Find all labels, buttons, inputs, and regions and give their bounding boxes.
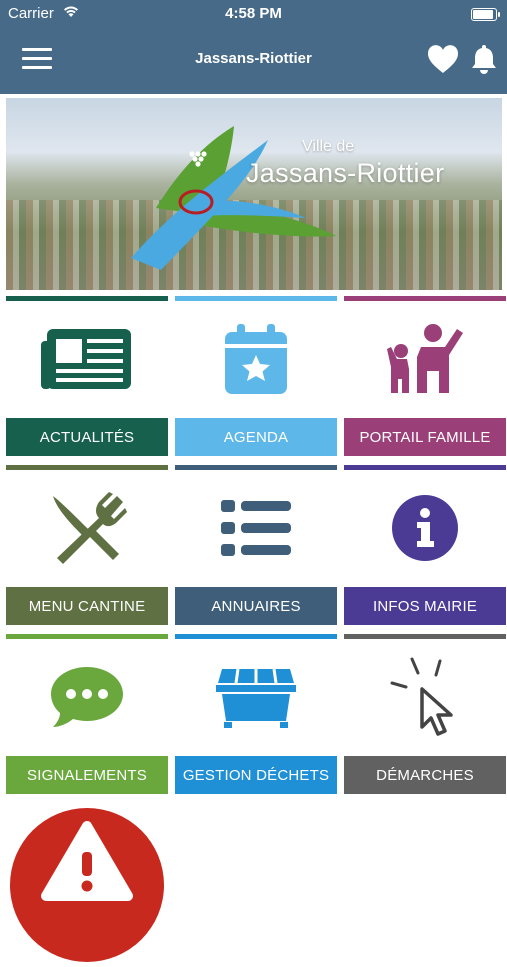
tile-menu-cantine[interactable]: MENU CANTINE [6, 465, 168, 625]
tile-label: DÉMARCHES [344, 756, 506, 794]
tile-demarches[interactable]: DÉMARCHES [344, 634, 506, 794]
tile-agenda[interactable]: AGENDA [175, 296, 337, 456]
clock: 4:58 PM [225, 5, 282, 22]
calendar-star-icon [175, 301, 337, 416]
dumpster-icon [175, 639, 337, 754]
tile-gestion-dechets[interactable]: GESTION DÉCHETS [175, 634, 337, 794]
tile-annuaires[interactable]: ANNUAIRES [175, 465, 337, 625]
tile-label: AGENDA [175, 418, 337, 456]
heart-icon[interactable] [427, 44, 459, 79]
newspaper-icon [6, 301, 168, 416]
tile-label: SIGNALEMENTS [6, 756, 168, 794]
tile-portail-famille[interactable]: PORTAIL FAMILLE [344, 296, 506, 456]
banner-subtitle: Ville de [302, 138, 355, 155]
banner-title: Jassans-Riottier [246, 158, 445, 188]
tile-infos-mairie[interactable]: INFOS MAIRIE [344, 465, 506, 625]
tile-label: ANNUAIRES [175, 587, 337, 625]
tile-label: INFOS MAIRIE [344, 587, 506, 625]
cutlery-icon [6, 470, 168, 585]
alert-button[interactable] [10, 808, 164, 962]
chat-bubble-icon [6, 639, 168, 754]
list-icon [175, 470, 337, 585]
tile-actualites[interactable]: ACTUALITÉS [6, 296, 168, 456]
town-banner: Ville de Jassans-Riottier [6, 98, 502, 290]
top-navigation-bar: Jassans-Riottier [0, 28, 507, 94]
battery-icon [471, 8, 500, 21]
bell-icon[interactable] [470, 43, 498, 80]
tile-label: PORTAIL FAMILLE [344, 418, 506, 456]
status-bar: Carrier 4:58 PM [0, 0, 507, 28]
info-icon [344, 470, 506, 585]
pointer-click-icon [344, 639, 506, 754]
warning-icon [41, 821, 133, 901]
tile-label: ACTUALITÉS [6, 418, 168, 456]
tile-label: GESTION DÉCHETS [175, 756, 337, 794]
family-icon [344, 301, 506, 416]
tile-label: MENU CANTINE [6, 587, 168, 625]
town-logo [131, 126, 336, 270]
tile-signalements[interactable]: SIGNALEMENTS [6, 634, 168, 794]
